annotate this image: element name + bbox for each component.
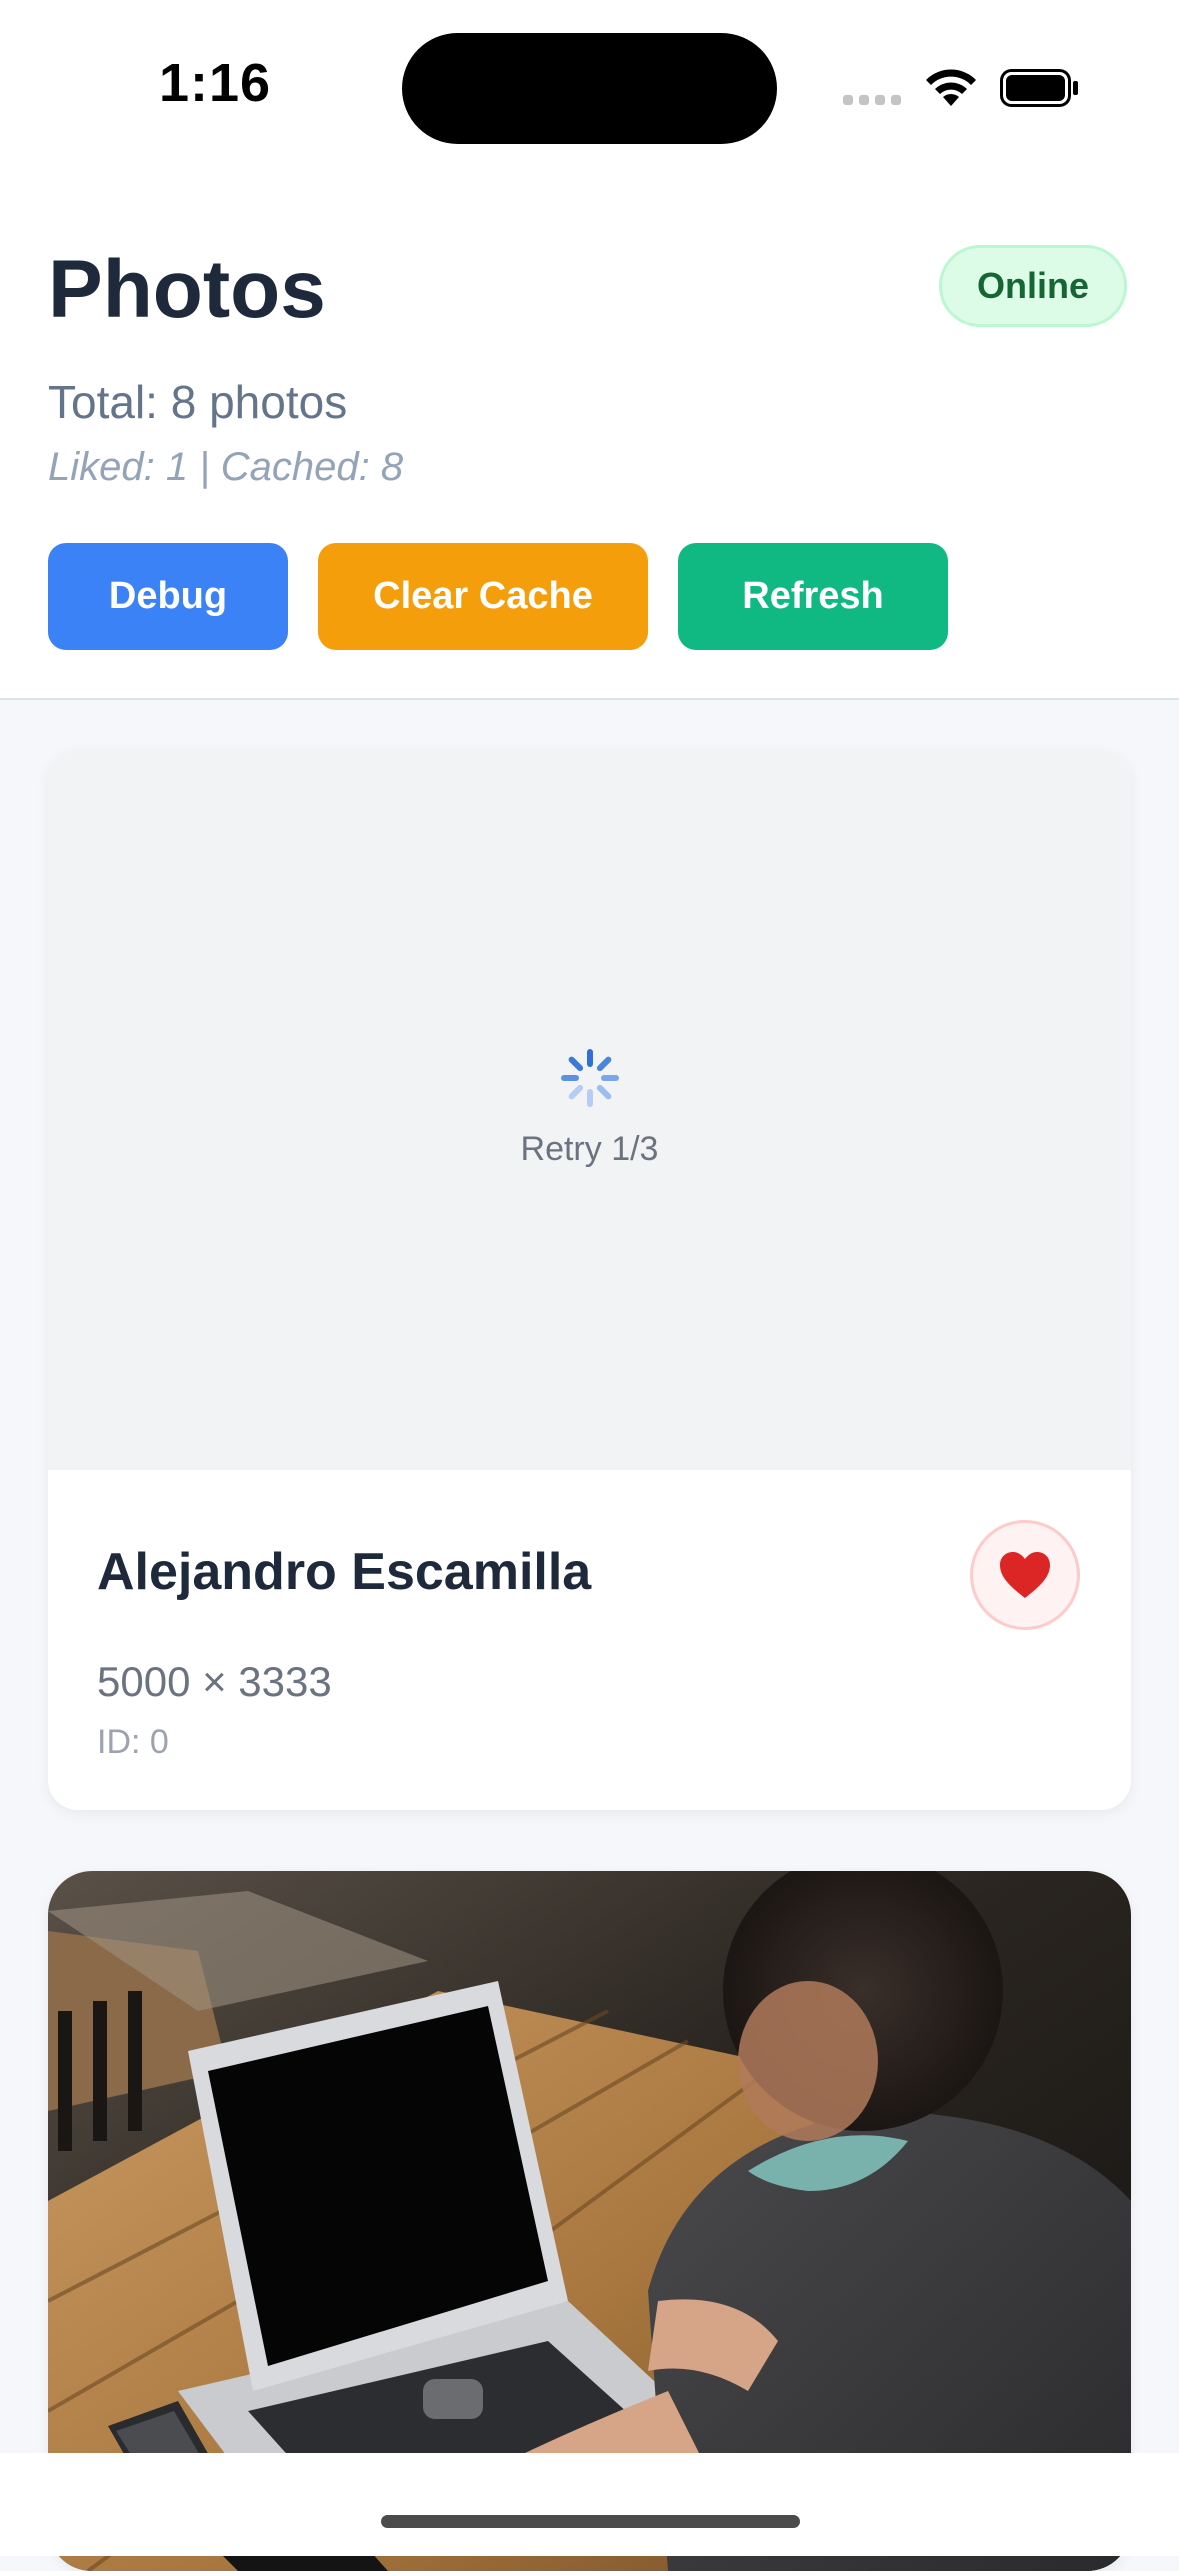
photo-id: ID: 0 — [97, 1723, 169, 1761]
total-photos-text: Total: 8 photos — [48, 376, 348, 428]
header: Photos Online Total: 8 photos Liked: 1 |… — [0, 175, 1179, 700]
image-loading-placeholder: Retry 1/3 — [48, 750, 1131, 1470]
cellular-signal-icon — [843, 95, 901, 105]
status-badge: Online — [939, 245, 1127, 327]
retry-status-text: Retry 1/3 — [520, 1130, 659, 1168]
like-button[interactable] — [970, 1520, 1080, 1630]
debug-button[interactable]: Debug — [48, 543, 288, 650]
clear-cache-button[interactable]: Clear Cache — [318, 543, 648, 650]
liked-cached-stats: Liked: 1 | Cached: 8 — [48, 445, 404, 489]
battery-icon — [1000, 69, 1078, 107]
refresh-button[interactable]: Refresh — [678, 543, 948, 650]
home-indicator-area — [0, 2453, 1179, 2556]
status-time: 1:16 — [158, 53, 272, 113]
photo-card[interactable]: Retry 1/3 Alejandro Escamilla 5000 × 333… — [48, 750, 1131, 1810]
heart-icon — [1000, 1552, 1050, 1598]
photo-dimensions: 5000 × 3333 — [97, 1658, 332, 1705]
wifi-icon — [926, 69, 976, 106]
page-title: Photos — [48, 244, 326, 335]
spinner-icon — [561, 1049, 619, 1107]
home-indicator[interactable] — [381, 2515, 800, 2528]
status-bar: 1:16 — [0, 0, 1179, 175]
photo-author: Alejandro Escamilla — [97, 1543, 592, 1601]
dynamic-island — [402, 33, 777, 144]
